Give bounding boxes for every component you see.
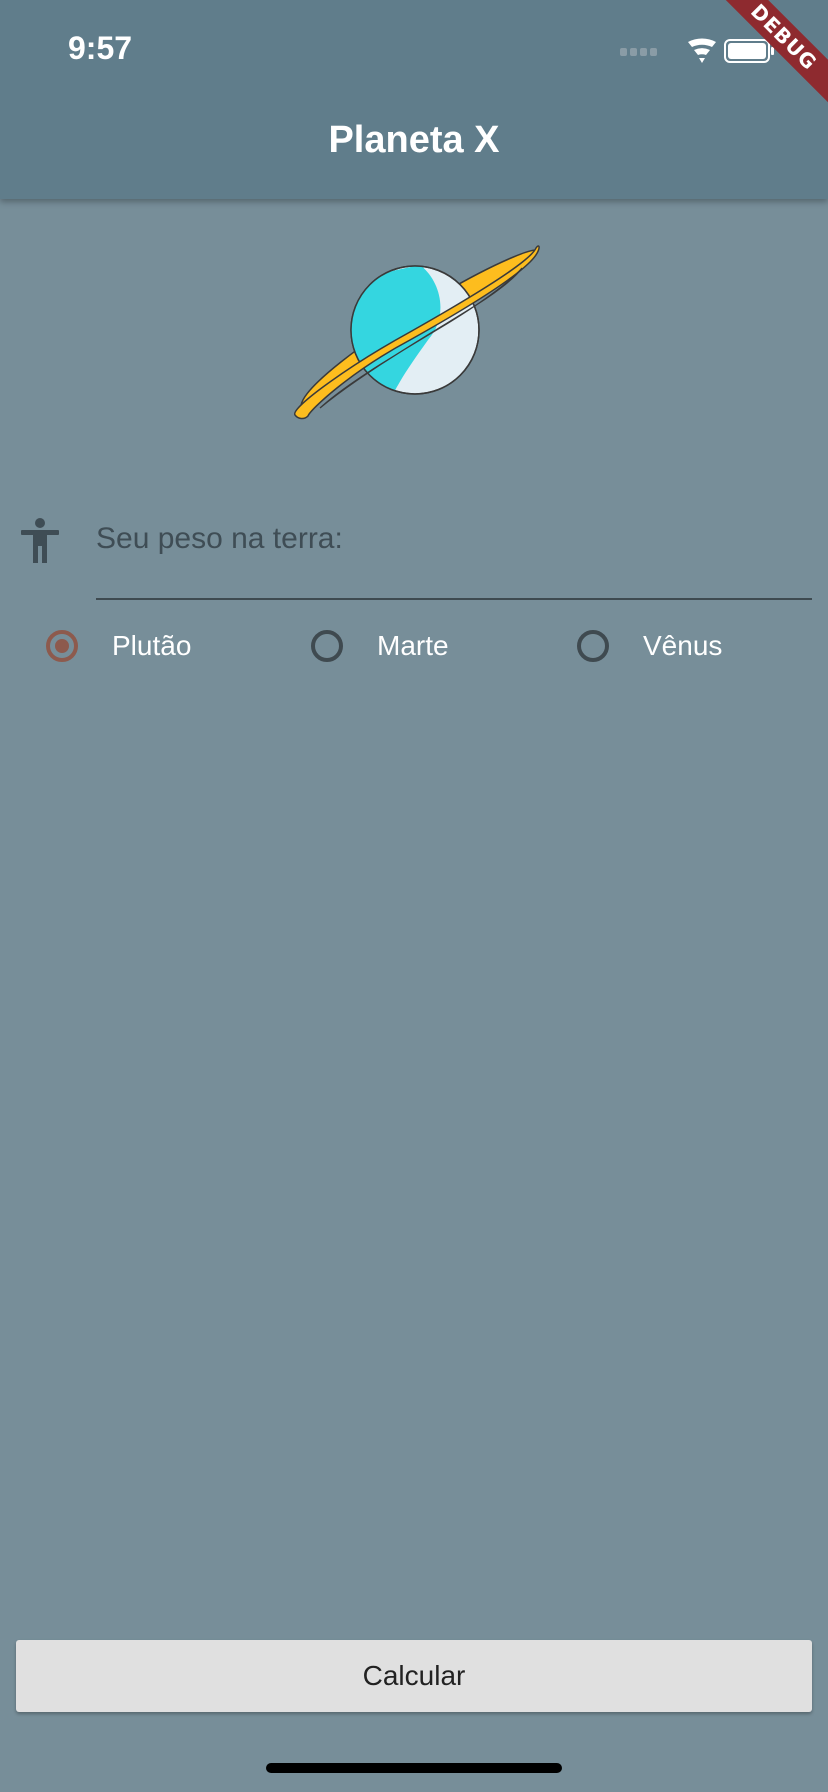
app-bar: 9:57 Planeta X xyxy=(0,0,828,199)
radio-unselected-icon[interactable] xyxy=(311,630,343,662)
planet-icon xyxy=(294,245,540,420)
weight-input-underline xyxy=(96,598,812,600)
planet-radio-group: Plutão Marte Vênus xyxy=(0,624,828,674)
wifi-icon xyxy=(688,38,716,63)
planet-logo xyxy=(294,245,540,420)
signal-dots-icon xyxy=(620,48,657,56)
status-icons xyxy=(620,38,774,63)
weight-input[interactable]: Seu peso na terra: xyxy=(96,522,343,556)
radio-label: Vênus xyxy=(643,630,723,661)
person-icon xyxy=(21,518,59,563)
calculate-button[interactable]: Calcular xyxy=(16,1640,812,1712)
home-indicator[interactable] xyxy=(266,1763,562,1773)
radio-unselected-icon[interactable] xyxy=(577,630,609,662)
radio-label: Marte xyxy=(377,630,449,661)
status-time: 9:57 xyxy=(68,30,133,66)
radio-selected-icon[interactable] xyxy=(46,630,78,662)
radio-label: Plutão xyxy=(112,630,192,661)
page-title: Planeta X xyxy=(328,119,500,161)
battery-icon xyxy=(724,39,774,63)
